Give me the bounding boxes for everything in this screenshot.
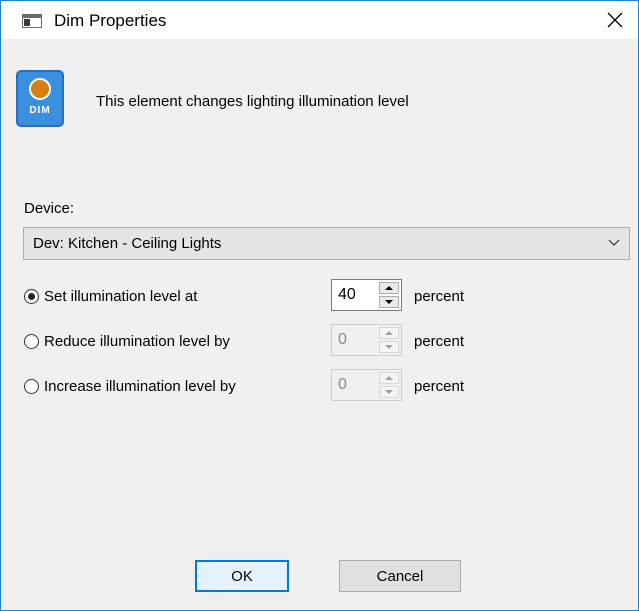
chevron-down-icon bbox=[608, 239, 620, 246]
window-icon bbox=[22, 14, 42, 28]
radio-increase-level[interactable]: Increase illumination level by bbox=[24, 376, 236, 396]
close-button[interactable] bbox=[592, 1, 638, 39]
increase-level-stepper[interactable]: 0 bbox=[331, 369, 402, 401]
device-select[interactable]: Dev: Kitchen - Ceiling Lights bbox=[23, 227, 630, 260]
reduce-level-unit: percent bbox=[414, 333, 465, 350]
arrow-down-icon bbox=[385, 300, 393, 304]
radio-set-level[interactable]: Set illumination level at bbox=[24, 286, 197, 306]
radio-label-increase: Increase illumination level by bbox=[44, 377, 236, 395]
stepper-up-button[interactable] bbox=[379, 282, 399, 294]
increase-level-value[interactable]: 0 bbox=[338, 376, 347, 394]
dim-icon-label: DIM bbox=[29, 105, 51, 116]
device-label: Device: bbox=[24, 200, 75, 217]
radio-button-checked[interactable] bbox=[24, 288, 39, 304]
stepper-up-button[interactable] bbox=[379, 327, 399, 339]
radio-label-reduce: Reduce illumination level by bbox=[44, 332, 230, 350]
lamp-icon bbox=[29, 78, 51, 100]
reduce-level-value[interactable]: 0 bbox=[338, 331, 347, 349]
close-icon bbox=[607, 12, 623, 28]
radio-button[interactable] bbox=[24, 333, 39, 349]
dialog-window: Dim Properties DIM This element changes … bbox=[0, 0, 639, 611]
reduce-level-stepper[interactable]: 0 bbox=[331, 324, 402, 356]
stepper-down-button[interactable] bbox=[379, 341, 399, 353]
stepper-down-button[interactable] bbox=[379, 386, 399, 398]
radio-reduce-level[interactable]: Reduce illumination level by bbox=[24, 331, 230, 351]
dim-icon: DIM bbox=[16, 70, 64, 127]
set-level-unit: percent bbox=[414, 288, 465, 305]
set-level-value[interactable]: 40 bbox=[338, 286, 356, 304]
radio-button[interactable] bbox=[24, 378, 39, 394]
device-selected-value: Dev: Kitchen - Ceiling Lights bbox=[33, 235, 222, 252]
stepper-up-button[interactable] bbox=[379, 372, 399, 384]
arrow-up-icon bbox=[385, 331, 393, 335]
radio-label-set: Set illumination level at bbox=[44, 287, 198, 305]
arrow-up-icon bbox=[385, 376, 393, 380]
title-bar[interactable]: Dim Properties bbox=[1, 1, 638, 39]
cancel-button[interactable]: Cancel bbox=[339, 560, 461, 592]
arrow-up-icon bbox=[385, 286, 393, 290]
arrow-down-icon bbox=[385, 390, 393, 394]
element-description: This element changes lighting illuminati… bbox=[96, 93, 409, 110]
increase-level-unit: percent bbox=[414, 378, 465, 395]
arrow-down-icon bbox=[385, 345, 393, 349]
set-level-stepper[interactable]: 40 bbox=[331, 279, 402, 311]
stepper-down-button[interactable] bbox=[379, 296, 399, 308]
ok-button[interactable]: OK bbox=[195, 560, 289, 592]
window-title: Dim Properties bbox=[54, 11, 167, 30]
